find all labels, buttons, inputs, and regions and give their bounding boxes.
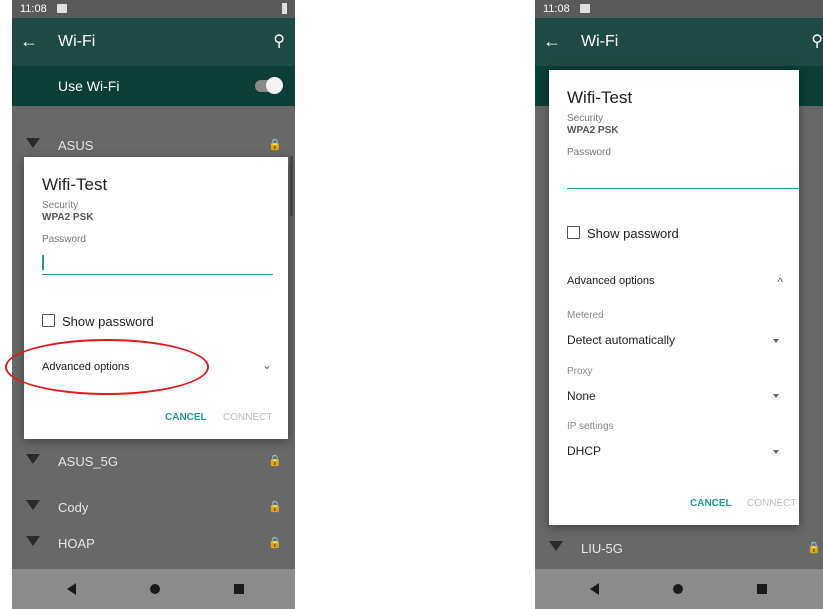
wifi-signal-icon — [26, 138, 40, 148]
advanced-options-toggle[interactable]: Advanced options — [567, 275, 654, 287]
wifi-dialog: Wifi-Test Security WPA2 PSK Password Sho… — [24, 157, 288, 439]
list-item[interactable]: HOAP 🔒 — [12, 524, 295, 562]
connect-button[interactable]: CONNECT — [223, 412, 272, 423]
show-password-label[interactable]: Show password — [587, 226, 679, 241]
dropdown-arrow-icon[interactable] — [773, 339, 779, 343]
ip-settings-select[interactable]: DHCP — [567, 444, 601, 458]
metered-select[interactable]: Detect automatically — [567, 333, 675, 347]
arrow-left-icon[interactable]: ← — [543, 31, 561, 52]
lock-icon: 🔒 — [268, 139, 282, 151]
search-icon[interactable]: ⚲ — [811, 31, 823, 51]
text-cursor — [42, 255, 44, 270]
show-password-label[interactable]: Show password — [62, 314, 154, 329]
list-item[interactable]: ASUS_5G 🔒 — [12, 442, 295, 480]
nav-home-icon[interactable] — [150, 584, 160, 594]
list-item[interactable]: LIU-5G 🔒 — [535, 529, 823, 567]
connect-button[interactable]: CONNECT — [747, 498, 796, 509]
arrow-left-icon[interactable]: ← — [20, 31, 38, 52]
show-password-checkbox[interactable] — [42, 314, 55, 327]
status-time: 11:08 — [20, 3, 47, 15]
dialog-title: Wifi-Test — [567, 88, 633, 107]
dropdown-arrow-icon[interactable] — [773, 394, 779, 398]
password-input[interactable] — [42, 274, 273, 275]
nav-bar — [12, 569, 295, 609]
page-title: Wi-Fi — [58, 33, 96, 50]
cancel-button[interactable]: CANCEL — [690, 498, 732, 509]
metered-label: Metered — [567, 310, 604, 321]
security-value: WPA2 PSK — [567, 125, 619, 136]
battery-icon — [282, 3, 287, 14]
password-label: Password — [567, 147, 611, 158]
lock-icon: 🔒 — [268, 501, 282, 513]
status-bar: 11:08 — [535, 0, 823, 18]
sim-icon — [580, 4, 590, 13]
network-name: LIU-5G — [581, 541, 623, 556]
use-wifi-label: Use Wi-Fi — [58, 78, 120, 94]
lock-icon: 🔒 — [268, 537, 282, 549]
dropdown-arrow-icon[interactable] — [773, 450, 779, 454]
status-bar: 11:08 — [12, 0, 295, 18]
network-name: ASUS_5G — [58, 454, 118, 469]
security-label: Security — [42, 200, 79, 211]
nav-back-icon[interactable] — [590, 583, 599, 595]
search-icon[interactable]: ⚲ — [273, 31, 285, 51]
scrollbar[interactable] — [290, 156, 293, 216]
lock-icon: 🔒 — [807, 542, 821, 554]
chevron-up-icon[interactable]: ^ — [777, 275, 783, 289]
highlight-annotation — [5, 339, 209, 395]
password-input[interactable] — [567, 188, 799, 189]
app-bar: ← Wi-Fi ⚲ — [12, 18, 295, 66]
app-bar: ← Wi-Fi ⚲ — [535, 18, 823, 66]
nav-bar — [535, 569, 823, 609]
wifi-signal-icon — [26, 454, 40, 464]
list-item[interactable]: Cody 🔒 — [12, 488, 295, 526]
ip-settings-label: IP settings — [567, 421, 614, 432]
cancel-button[interactable]: CANCEL — [165, 412, 207, 423]
lock-icon: 🔒 — [268, 455, 282, 467]
network-name: Cody — [58, 500, 89, 515]
page-title: Wi-Fi — [581, 33, 619, 50]
security-label: Security — [567, 113, 604, 124]
wifi-signal-icon — [549, 541, 563, 551]
nav-home-icon[interactable] — [673, 584, 683, 594]
wifi-signal-icon — [26, 536, 40, 546]
proxy-label: Proxy — [567, 366, 593, 377]
network-name: ASUS — [58, 138, 94, 153]
password-label: Password — [42, 234, 86, 245]
security-value: WPA2 PSK — [42, 212, 94, 223]
wifi-signal-icon — [26, 500, 40, 510]
dialog-title: Wifi-Test — [42, 175, 108, 194]
wifi-dialog: Wifi-Test Security WPA2 PSK Password Sho… — [549, 70, 799, 525]
nav-recents-icon[interactable] — [757, 584, 767, 594]
use-wifi-row[interactable]: Use Wi-Fi — [12, 66, 295, 106]
status-time: 11:08 — [543, 3, 570, 15]
phone-right: 11:08 ← Wi-Fi ⚲ LIU-5G 🔒 Wifi-Test Secur… — [535, 0, 823, 609]
sim-icon — [57, 4, 67, 13]
chevron-down-icon[interactable]: ⌄ — [262, 358, 272, 372]
nav-back-icon[interactable] — [67, 583, 76, 595]
show-password-checkbox[interactable] — [567, 226, 580, 239]
network-name: HOAP — [58, 536, 95, 551]
phone-left: 11:08 ← Wi-Fi ⚲ Use Wi-Fi ASUS 🔒 ASUS_5G… — [12, 0, 295, 609]
proxy-select[interactable]: None — [567, 389, 596, 403]
nav-recents-icon[interactable] — [234, 584, 244, 594]
wifi-toggle[interactable] — [255, 77, 283, 94]
